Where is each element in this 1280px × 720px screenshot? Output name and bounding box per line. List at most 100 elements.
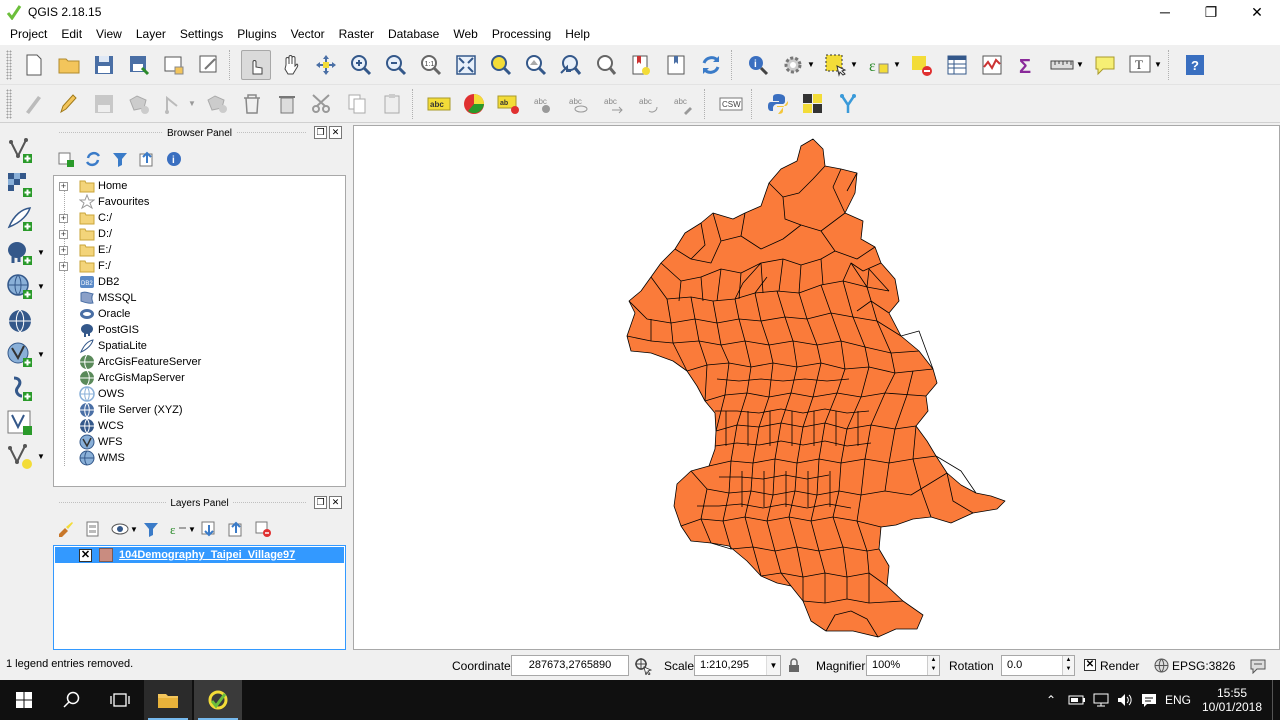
collapse-all-button[interactable] bbox=[137, 149, 157, 169]
scale-dropdown-arrow[interactable]: ▼ bbox=[766, 656, 780, 675]
expand-icon[interactable]: + bbox=[59, 229, 68, 239]
open-layer-styling-button[interactable] bbox=[56, 519, 76, 539]
open-attribute-table-button[interactable] bbox=[942, 50, 972, 80]
collapse-all-layers-button[interactable] bbox=[226, 519, 246, 539]
select-features-button[interactable] bbox=[821, 50, 851, 80]
move-label-button[interactable]: abc bbox=[599, 89, 629, 119]
toolbar-grip[interactable] bbox=[6, 88, 12, 119]
new-print-composer-button[interactable] bbox=[159, 50, 189, 80]
lock-scale-button[interactable] bbox=[788, 658, 800, 673]
save-edits-button[interactable] bbox=[89, 89, 119, 119]
menu-project[interactable]: Project bbox=[3, 24, 54, 45]
show-hidden-icons-button[interactable]: ⌃ bbox=[1042, 680, 1060, 720]
browser-panel-float-button[interactable]: ❐ bbox=[314, 126, 327, 139]
trash-button[interactable] bbox=[272, 89, 302, 119]
select-features-dropdown[interactable]: ▼ bbox=[850, 60, 858, 69]
magnifier-spinbox[interactable]: 100% ▲ ▼ bbox=[866, 655, 940, 676]
browser-filter-button[interactable] bbox=[110, 149, 130, 169]
csw-button[interactable]: CSW bbox=[716, 89, 746, 119]
annotation-dropdown[interactable]: ▼ bbox=[1154, 60, 1162, 69]
identify-button[interactable]: i bbox=[743, 50, 773, 80]
measure-dropdown[interactable]: ▼ bbox=[1076, 60, 1084, 69]
zoom-next-button[interactable] bbox=[591, 50, 621, 80]
show-bookmarks-button[interactable] bbox=[661, 50, 691, 80]
browser-refresh-button[interactable] bbox=[83, 149, 103, 169]
processing-toolbox-button[interactable] bbox=[798, 89, 828, 119]
maximize-button[interactable]: ❐ bbox=[1188, 0, 1234, 24]
add-feature-button[interactable] bbox=[124, 89, 154, 119]
help-button[interactable]: ? bbox=[1180, 50, 1210, 80]
network-tray-icon[interactable] bbox=[1090, 680, 1112, 720]
browser-panel-close-button[interactable]: ✕ bbox=[329, 126, 342, 139]
menu-edit[interactable]: Edit bbox=[54, 24, 89, 45]
add-vector-layer-button[interactable] bbox=[5, 136, 35, 166]
menu-layer[interactable]: Layer bbox=[129, 24, 173, 45]
add-raster-layer-button[interactable] bbox=[5, 170, 35, 200]
scale-combo[interactable]: 1:210,295 ▼ bbox=[694, 655, 781, 676]
statistical-summary-button[interactable] bbox=[977, 50, 1007, 80]
measure-line-button[interactable] bbox=[1047, 50, 1077, 80]
python-console-button[interactable] bbox=[763, 89, 793, 119]
zoom-to-layer-button[interactable] bbox=[521, 50, 551, 80]
new-shapefile-layer-button[interactable] bbox=[5, 442, 35, 472]
menu-web[interactable]: Web bbox=[446, 24, 484, 45]
action-center-tray-icon[interactable] bbox=[1138, 680, 1160, 720]
delete-selected-button[interactable] bbox=[237, 89, 267, 119]
add-postgis-layer-button[interactable] bbox=[5, 238, 35, 268]
expand-icon[interactable]: + bbox=[59, 213, 68, 223]
layer-diagram-button[interactable] bbox=[459, 89, 489, 119]
highlight-pinned-labels-button[interactable]: ab bbox=[494, 89, 524, 119]
composer-manager-button[interactable] bbox=[194, 50, 224, 80]
input-language-indicator[interactable]: ENG bbox=[1162, 680, 1194, 720]
add-web-layer-dropdown[interactable]: ▼ bbox=[37, 282, 45, 291]
new-project-button[interactable] bbox=[19, 50, 49, 80]
field-calculator-button[interactable]: Σ bbox=[1012, 50, 1042, 80]
expand-icon[interactable]: + bbox=[59, 245, 68, 255]
layer-row[interactable]: ✕ 104Demography_Taipei_Village97 bbox=[55, 547, 344, 563]
current-edits-button[interactable] bbox=[19, 89, 49, 119]
pan-to-selection-button[interactable] bbox=[311, 50, 341, 80]
paste-features-button[interactable] bbox=[377, 89, 407, 119]
zoom-last-button[interactable] bbox=[556, 50, 586, 80]
layer-visibility-checkbox[interactable]: ✕ bbox=[79, 548, 92, 562]
new-layer-dropdown[interactable]: ▼ bbox=[37, 452, 45, 461]
crs-button[interactable] bbox=[1154, 658, 1169, 673]
refresh-button[interactable] bbox=[696, 50, 726, 80]
move-feature-button[interactable] bbox=[159, 89, 189, 119]
layers-panel-float-button[interactable]: ❐ bbox=[314, 496, 327, 509]
menu-raster[interactable]: Raster bbox=[332, 24, 381, 45]
show-desktop-button[interactable] bbox=[1272, 680, 1280, 720]
add-delimited-text-button[interactable] bbox=[5, 374, 35, 404]
messages-button[interactable] bbox=[1249, 658, 1267, 675]
filter-legend-button[interactable] bbox=[141, 519, 161, 539]
add-wms-layer-button[interactable] bbox=[5, 272, 35, 302]
menu-vector[interactable]: Vector bbox=[284, 24, 332, 45]
power-tray-icon[interactable] bbox=[1066, 680, 1088, 720]
new-bookmark-button[interactable] bbox=[626, 50, 656, 80]
filter-legend-expression-button[interactable]: ε bbox=[168, 519, 188, 539]
menu-processing[interactable]: Processing bbox=[485, 24, 558, 45]
cut-features-button[interactable] bbox=[307, 89, 337, 119]
filter-expression-dropdown[interactable]: ▼ bbox=[188, 525, 196, 534]
zoom-full-button[interactable] bbox=[451, 50, 481, 80]
menu-settings[interactable]: Settings bbox=[173, 24, 230, 45]
save-project-button[interactable] bbox=[89, 50, 119, 80]
minimize-button[interactable]: ─ bbox=[1142, 0, 1188, 24]
deselect-features-button[interactable] bbox=[907, 50, 937, 80]
rotation-spin-arrows[interactable]: ▲ ▼ bbox=[1062, 656, 1074, 675]
node-tool-button[interactable] bbox=[202, 89, 232, 119]
select-expression-dropdown[interactable]: ▼ bbox=[893, 60, 901, 69]
show-hide-labels-button[interactable]: abc bbox=[564, 89, 594, 119]
move-feature-dropdown[interactable]: ▼ bbox=[188, 99, 196, 108]
taskbar-qgis[interactable] bbox=[194, 680, 242, 720]
taskbar-clock[interactable]: 15:55 10/01/2018 bbox=[1200, 680, 1264, 720]
open-project-button[interactable] bbox=[54, 50, 84, 80]
taipei-villages-map[interactable] bbox=[354, 126, 1279, 649]
add-wfs-dropdown[interactable]: ▼ bbox=[37, 350, 45, 359]
add-wfs-layer-button[interactable] bbox=[5, 340, 35, 370]
add-group-button[interactable] bbox=[83, 519, 103, 539]
run-feature-action-button[interactable] bbox=[778, 50, 808, 80]
add-db-layer-dropdown[interactable]: ▼ bbox=[37, 248, 45, 257]
rotate-label-button[interactable]: abc bbox=[634, 89, 664, 119]
layer-labeling-button[interactable]: abc bbox=[424, 89, 454, 119]
